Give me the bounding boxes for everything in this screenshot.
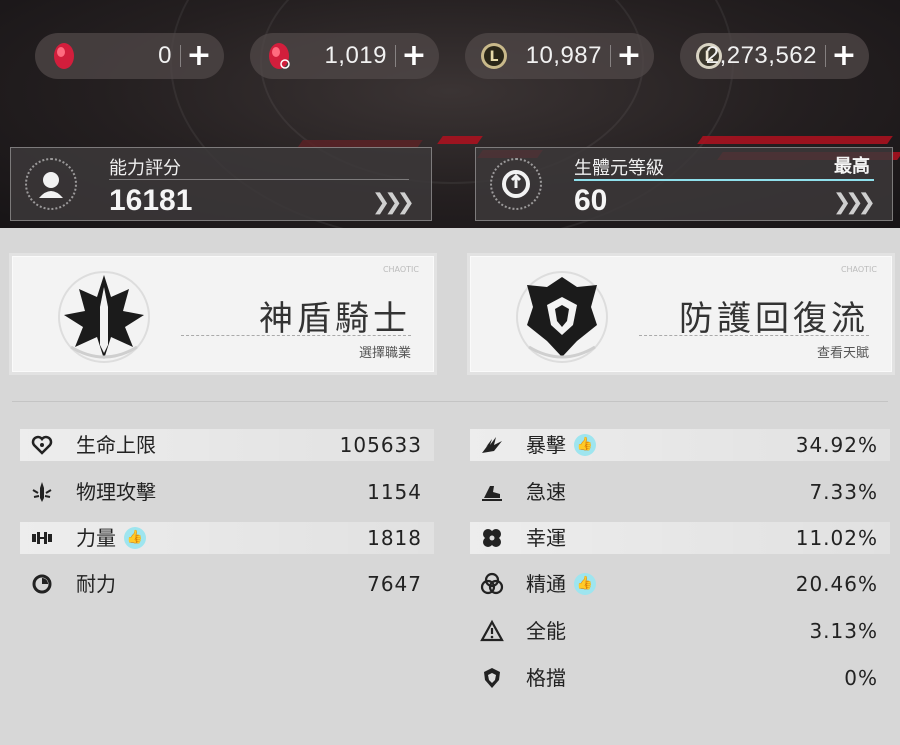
stat-row: 全能 3.13% (470, 615, 890, 647)
currency-value: 1,019 (324, 42, 387, 69)
underline (109, 179, 409, 180)
critical-icon (482, 437, 502, 453)
stat-row: 生命上限 105633 (20, 429, 434, 461)
stat-value: 11.02% (795, 526, 878, 550)
stat-label: 力量 👍 (76, 522, 146, 554)
stat-value: 20.46% (795, 572, 878, 596)
stat-row: 幸運 11.02% (470, 522, 890, 554)
stat-row: 物理攻擊 1154 (20, 476, 434, 508)
stat-label: 暴擊 👍 (526, 429, 596, 461)
card-watermark: CHAOTIC (840, 265, 877, 274)
sword-attack-icon (32, 482, 52, 502)
decor-stripe (697, 136, 893, 144)
stat-value: 34.92% (795, 433, 878, 457)
bio-level-label: 生體元等級 (574, 158, 664, 179)
stat-value: 1818 (367, 526, 422, 550)
bio-level-panel[interactable]: 生體元等級 最高 60 ❯❯❯ (475, 147, 893, 221)
currency-value: 10,987 (525, 42, 602, 69)
stat-label: 幸運 (526, 526, 566, 550)
top-banner: 0 + 1,019 + L 10,987 + L 2,273,562 + 能力評… (0, 0, 900, 228)
add-currency-button[interactable]: + (614, 33, 644, 79)
stat-row: 力量 👍 1818 (20, 522, 434, 554)
class-card[interactable]: CHAOTIC 神盾騎士 選擇職業 (12, 256, 434, 372)
luck-clover-icon (483, 529, 501, 547)
block-shield-icon (484, 668, 500, 688)
gold-coin-icon: L (481, 43, 507, 69)
stat-row: 精通 👍 20.46% (470, 568, 890, 600)
chevrons-icon: ❯❯❯ (832, 190, 876, 215)
ability-score-value: 16181 (109, 184, 193, 217)
recommended-thumb-icon: 👍 (574, 433, 596, 456)
progress-line (574, 179, 874, 181)
currency-value: 2,273,562 (705, 42, 817, 69)
add-currency-button[interactable]: + (184, 33, 214, 79)
chevrons-icon: ❯❯❯ (371, 190, 415, 215)
stat-value: 7647 (367, 572, 422, 596)
add-currency-button[interactable]: + (399, 33, 429, 79)
svg-text:L: L (490, 49, 499, 65)
ability-score-panel[interactable]: 能力評分 16181 ❯❯❯ (10, 147, 432, 221)
heart-icon (31, 435, 53, 455)
stat-label: 全能 (526, 619, 566, 643)
currency-pill: 0 + (35, 33, 224, 79)
stat-label-text: 暴擊 (526, 433, 566, 457)
bio-emblem-icon (490, 158, 542, 210)
stat-label: 耐力 (76, 572, 116, 596)
currency-pill: L 10,987 + (465, 33, 654, 79)
stat-value: 7.33% (809, 480, 878, 504)
stat-label: 格擋 (526, 666, 566, 690)
ability-emblem-icon (25, 158, 77, 210)
ability-score-label: 能力評分 (109, 158, 181, 179)
select-class-link[interactable]: 選擇職業 (359, 342, 411, 361)
stat-value: 3.13% (809, 619, 878, 643)
stat-value: 0% (844, 666, 878, 690)
defense-crest-icon (516, 271, 608, 363)
decor-stripe (437, 136, 483, 144)
bio-level-value: 60 (574, 184, 608, 217)
talent-title: 防護回復流 (679, 299, 869, 339)
dashed-divider (639, 335, 869, 336)
stat-label: 物理攻擊 (76, 480, 156, 504)
stat-value: 105633 (339, 433, 422, 457)
stat-row: 格擋 0% (470, 662, 890, 694)
haste-icon (482, 486, 502, 501)
versatility-icon (480, 619, 504, 642)
card-watermark: CHAOTIC (382, 265, 419, 274)
stamina-icon (32, 574, 52, 594)
stat-label-text: 精通 (526, 572, 566, 596)
divider (610, 45, 611, 67)
dumbbell-icon (32, 532, 52, 544)
stat-label: 急速 (526, 480, 566, 504)
stat-row: 耐力 7647 (20, 568, 434, 600)
divider (825, 45, 826, 67)
red-gem-icon (54, 43, 74, 69)
stat-label-text: 力量 (76, 526, 116, 550)
currency-value: 0 (158, 42, 172, 69)
currency-pill: 1,019 + (250, 33, 439, 79)
max-level-tag: 最高 (834, 156, 870, 177)
divider (395, 45, 396, 67)
aegis-knight-crest-icon (58, 271, 150, 363)
divider (180, 45, 181, 67)
section-divider (12, 401, 888, 402)
view-talents-link[interactable]: 查看天賦 (817, 342, 869, 361)
red-gem-bound-icon (269, 43, 290, 69)
stat-label: 精通 👍 (526, 568, 596, 600)
stat-value: 1154 (367, 480, 422, 504)
stat-label: 生命上限 (76, 433, 156, 457)
talent-card[interactable]: CHAOTIC 防護回復流 查看天賦 (470, 256, 892, 372)
recommended-thumb-icon: 👍 (574, 572, 596, 595)
class-title: 神盾騎士 (259, 299, 411, 339)
add-currency-button[interactable]: + (829, 33, 859, 79)
mastery-icon (480, 572, 504, 595)
stat-row: 暴擊 👍 34.92% (470, 429, 890, 461)
dashed-divider (181, 335, 411, 336)
recommended-thumb-icon: 👍 (124, 526, 146, 549)
currency-pill: L 2,273,562 + (680, 33, 869, 79)
stat-row: 急速 7.33% (470, 476, 890, 508)
